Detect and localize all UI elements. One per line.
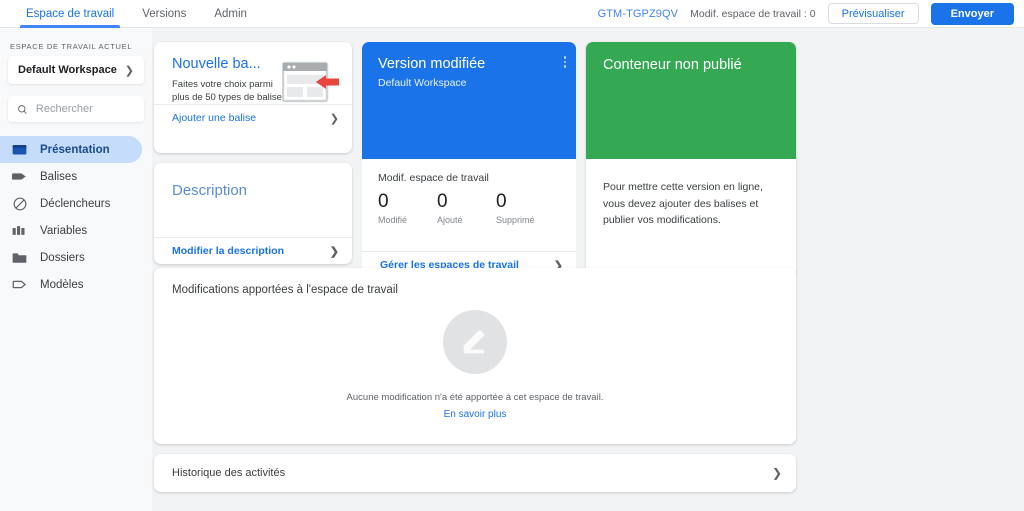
edit-description-label: Modifier la description bbox=[172, 245, 285, 257]
version-title: Version modifiée bbox=[378, 56, 486, 72]
sidebar-item-label: Variables bbox=[40, 224, 88, 237]
top-bar: Espace de travail Versions Admin GTM-TGP… bbox=[0, 0, 1024, 28]
workspace-name: Default Workspace bbox=[18, 64, 117, 76]
sidebar-item-modeles[interactable]: Modèles bbox=[0, 271, 142, 298]
search-input[interactable] bbox=[35, 103, 135, 115]
variables-icon bbox=[12, 223, 27, 238]
stat-value: 0 bbox=[496, 191, 507, 212]
activity-history-panel[interactable]: Historique des activités ❯ bbox=[154, 454, 796, 492]
add-tag-action[interactable]: Ajouter une balise ❯ bbox=[154, 104, 352, 131]
version-subtitle: Default Workspace bbox=[378, 77, 467, 89]
workspace-stats: 0 Modifié 0 Ajouté 0 Supprimé bbox=[362, 184, 576, 225]
description-title: Description bbox=[172, 182, 248, 199]
chevron-right-icon: ❯ bbox=[329, 112, 339, 125]
preview-button[interactable]: Prévisualiser bbox=[827, 3, 919, 24]
workspace-changes-panel-title: Modifications apportées à l'espace de tr… bbox=[172, 284, 398, 296]
container-status-title: Conteneur non publié bbox=[603, 57, 742, 73]
empty-state-text: Aucune modification n'a été apportée à c… bbox=[346, 392, 604, 403]
current-workspace-label: ESPACE DE TRAVAIL ACTUEL bbox=[10, 42, 133, 51]
description-card: Description Modifier la description ❯ bbox=[154, 163, 352, 264]
tag-icon bbox=[12, 169, 27, 184]
sidebar-item-label: Modèles bbox=[40, 278, 84, 291]
folder-icon bbox=[12, 250, 27, 265]
sidebar-nav: Présentation Balises Déclencheurs Variab… bbox=[0, 136, 152, 298]
version-card-header: Version modifiée Default Workspace bbox=[362, 42, 576, 159]
container-status-card: Conteneur non publié Pour mettre cette v… bbox=[586, 42, 796, 278]
sidebar-item-presentation[interactable]: Présentation bbox=[0, 136, 142, 163]
tab-versions[interactable]: Versions bbox=[128, 0, 200, 28]
tab-admin[interactable]: Admin bbox=[200, 0, 261, 28]
activity-history-title: Historique des activités bbox=[172, 467, 286, 479]
workspace-changes-title: Modif. espace de travail bbox=[378, 172, 489, 184]
container-id[interactable]: GTM-TGPZ9QV bbox=[598, 8, 679, 20]
trigger-icon bbox=[12, 196, 27, 211]
container-status-body: Pour mettre cette version en ligne, vous… bbox=[586, 159, 796, 278]
column-left: Nouvelle ba... Faites votre choix parmi … bbox=[154, 42, 352, 264]
new-tag-card: Nouvelle ba... Faites votre choix parmi … bbox=[154, 42, 352, 153]
chevron-right-icon: ❯ bbox=[329, 245, 339, 258]
stat-label: Supprimé bbox=[496, 215, 535, 225]
sidebar-item-dossiers[interactable]: Dossiers bbox=[0, 244, 142, 271]
template-icon bbox=[12, 277, 27, 292]
sidebar-item-label: Balises bbox=[40, 170, 78, 183]
version-card-body: Modif. espace de travail 0 Modifié 0 Ajo… bbox=[362, 159, 576, 278]
workspace-changes-count: Modif. espace de travail : 0 bbox=[690, 7, 816, 20]
stat-label: Ajouté bbox=[437, 215, 463, 225]
search-icon bbox=[18, 104, 27, 114]
sidebar: ESPACE DE TRAVAIL ACTUEL Default Workspa… bbox=[0, 28, 152, 511]
workspace-selector[interactable]: Default Workspace ❯ bbox=[8, 56, 144, 84]
stat-value: 0 bbox=[437, 191, 448, 212]
more-options-icon[interactable] bbox=[563, 56, 566, 68]
browser-tag-illustration bbox=[282, 61, 339, 103]
sidebar-item-variables[interactable]: Variables bbox=[0, 217, 142, 244]
search-box[interactable] bbox=[8, 96, 144, 122]
tab-espace-de-travail[interactable]: Espace de travail bbox=[12, 0, 128, 28]
learn-more-link[interactable]: En savoir plus bbox=[444, 403, 507, 420]
overview-icon bbox=[12, 142, 27, 157]
stat-modified: 0 Modifié bbox=[378, 190, 437, 225]
submit-button[interactable]: Envoyer bbox=[930, 2, 1014, 25]
sidebar-item-label: Présentation bbox=[40, 143, 110, 156]
chevron-right-icon: ❯ bbox=[771, 466, 782, 480]
empty-state: Aucune modification n'a été apportée à c… bbox=[154, 310, 796, 420]
stat-added: 0 Ajouté bbox=[437, 190, 496, 225]
edit-pencil-icon bbox=[443, 310, 507, 374]
stat-value: 0 bbox=[378, 191, 389, 212]
stat-deleted: 0 Supprimé bbox=[496, 190, 555, 225]
sidebar-item-label: Déclencheurs bbox=[40, 197, 111, 210]
version-card: Version modifiée Default Workspace Modif… bbox=[362, 42, 576, 278]
stat-label: Modifié bbox=[378, 215, 408, 225]
main-content: Nouvelle ba... Faites votre choix parmi … bbox=[152, 28, 1024, 511]
sidebar-item-declencheurs[interactable]: Déclencheurs bbox=[0, 190, 142, 217]
main-tabs: Espace de travail Versions Admin bbox=[0, 0, 261, 28]
chevron-right-icon: ❯ bbox=[124, 64, 134, 77]
edit-description-action[interactable]: Modifier la description ❯ bbox=[154, 237, 352, 264]
sidebar-item-balises[interactable]: Balises bbox=[0, 163, 142, 190]
sidebar-item-label: Dossiers bbox=[40, 251, 85, 264]
add-tag-label: Ajouter une balise bbox=[172, 112, 257, 124]
top-bar-actions: GTM-TGPZ9QV Modif. espace de travail : 0… bbox=[598, 2, 1024, 25]
workspace-changes-panel: Modifications apportées à l'espace de tr… bbox=[154, 268, 796, 444]
container-status-header: Conteneur non publié bbox=[586, 42, 796, 159]
